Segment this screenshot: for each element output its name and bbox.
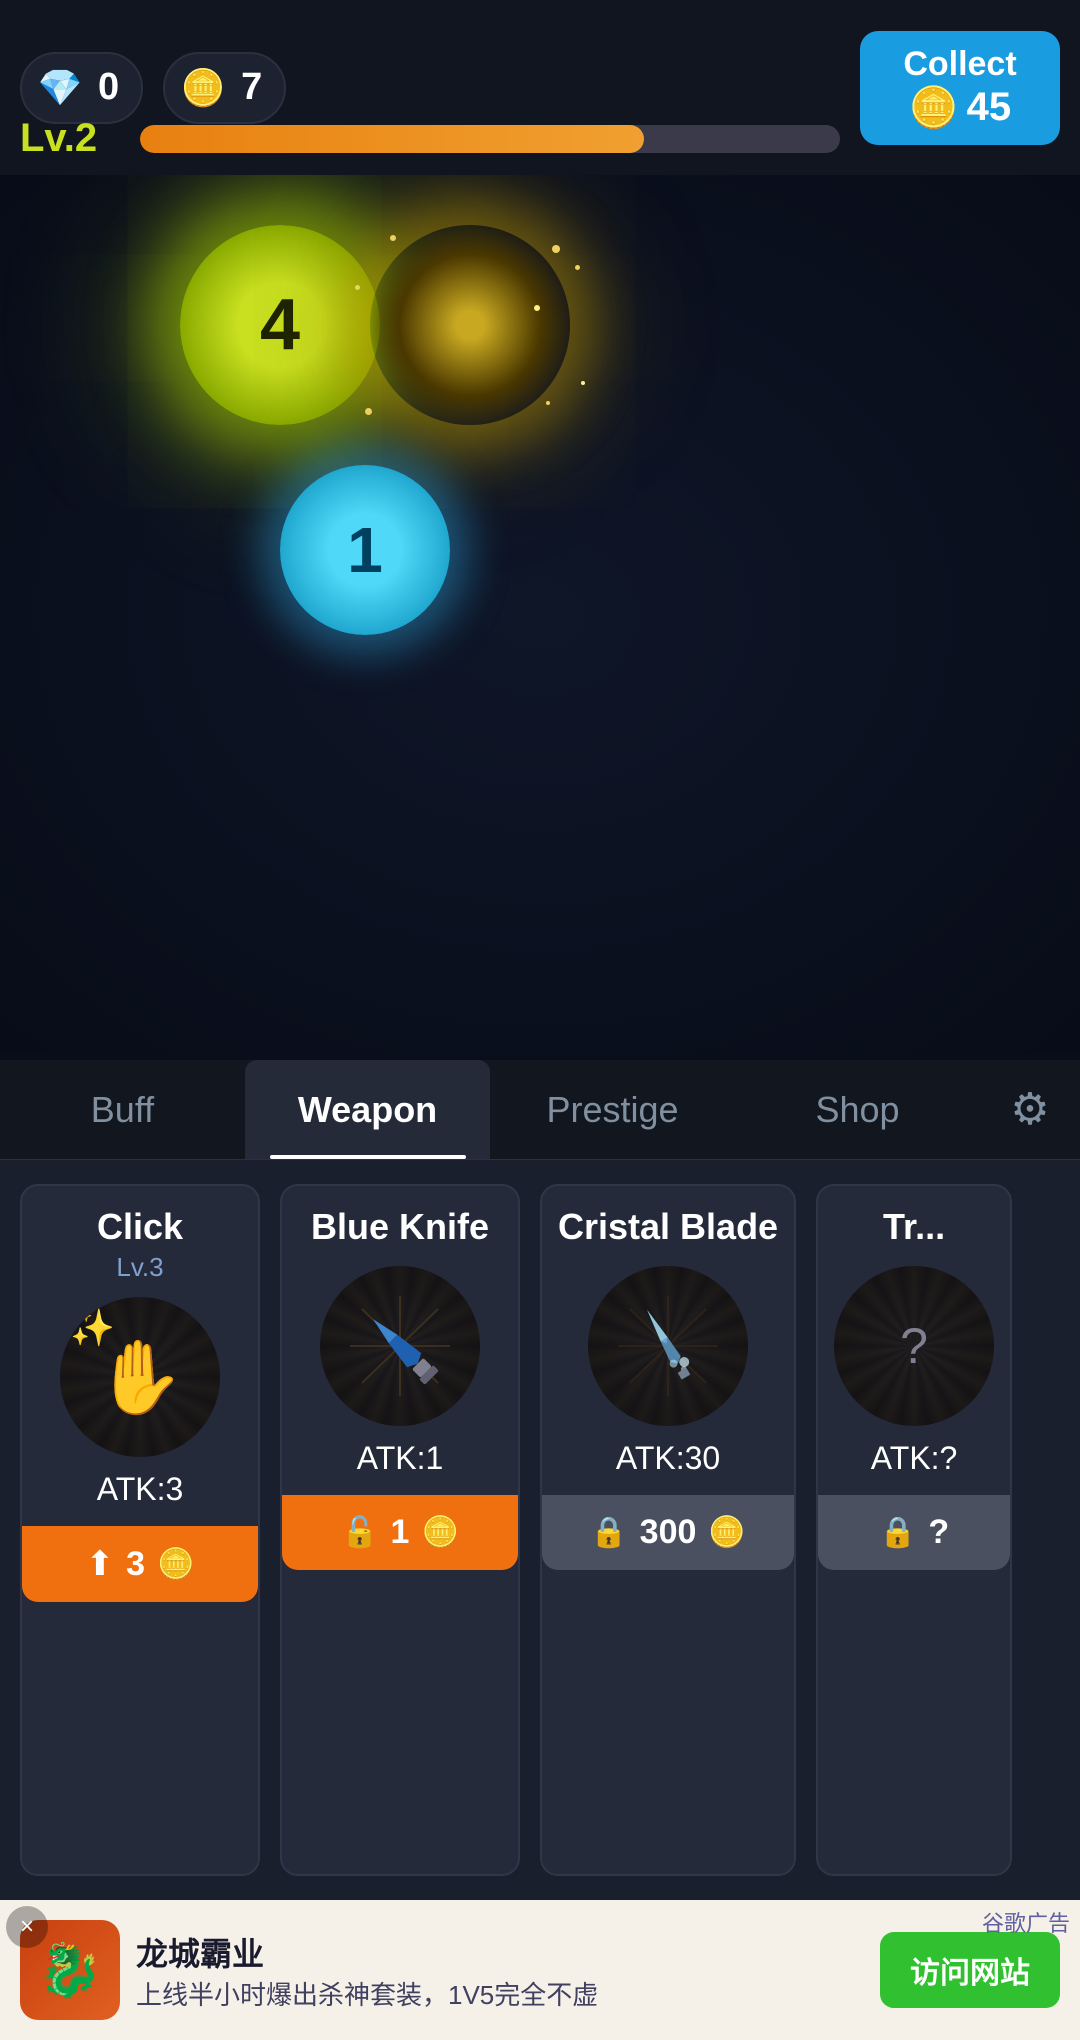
unlock-cost-blue-knife: 1	[391, 1513, 410, 1552]
tr-icon: ?	[900, 1317, 928, 1375]
collect-label: Collect	[903, 45, 1016, 84]
tab-buff[interactable]: Buff	[0, 1060, 245, 1159]
weapons-container: Click Lv.3 ✋ ✨ ATK:3 ⬆ 3 🪙 Blue Knife	[0, 1160, 1080, 1900]
weapon-card-cristal-blade: Cristal Blade	[540, 1184, 796, 1876]
green-orb[interactable]: 4	[180, 225, 380, 425]
level-label: Lv.2	[20, 116, 120, 161]
unlock-icon: 🔓	[341, 1515, 378, 1550]
xp-bar-fill	[140, 125, 644, 153]
ad-title: 龙城霸业	[136, 1929, 864, 1975]
tab-weapon[interactable]: Weapon	[245, 1060, 490, 1159]
coin-badge: 🪙 7	[163, 52, 286, 124]
tab-settings[interactable]: ⚙	[980, 1060, 1080, 1159]
weapon-atk-tr: ATK:?	[871, 1440, 958, 1477]
tab-buff-label: Buff	[91, 1089, 154, 1131]
lock-icon-tr: 🔒	[879, 1515, 916, 1550]
locked-btn-cristal-blade[interactable]: 🔒 300 🪙	[542, 1495, 794, 1570]
diamond-icon: 💎	[34, 62, 86, 114]
diamond-amount: 0	[98, 66, 119, 109]
locked-cost-cristal-blade: 300	[640, 1513, 697, 1552]
unlock-coin-icon: 🪙	[421, 1515, 458, 1550]
weapon-card-click: Click Lv.3 ✋ ✨ ATK:3 ⬆ 3 🪙	[20, 1184, 260, 1876]
weapon-atk-cristal-blade: ATK:30	[616, 1440, 720, 1477]
weapon-icon-cristal-blade	[588, 1266, 748, 1426]
collect-coin-icon: 🪙	[909, 84, 959, 131]
weapon-icon-click: ✋ ✨	[60, 1297, 220, 1457]
upgrade-cost-click: 3	[126, 1545, 145, 1584]
coin-amount: 7	[241, 66, 262, 109]
ad-icon-emoji: 🐉	[38, 1940, 103, 2001]
blue-orb-number: 1	[347, 513, 383, 587]
game-area[interactable]: 4 1	[0, 175, 1080, 1055]
collect-button[interactable]: Collect 🪙 45	[860, 31, 1060, 145]
tab-prestige-label: Prestige	[546, 1089, 678, 1131]
lock-icon: 🔒	[590, 1515, 627, 1550]
weapon-name-tr: Tr...	[883, 1206, 945, 1248]
coin-icon: 🪙	[177, 62, 229, 114]
tabs: Buff Weapon Prestige Shop ⚙	[0, 1060, 1080, 1160]
star-icon: ✨	[70, 1307, 115, 1349]
weapon-card-blue-knife: Blue Knife	[280, 1184, 520, 1876]
blue-knife-svg	[345, 1291, 455, 1401]
weapon-atk-click: ATK:3	[97, 1471, 184, 1508]
weapon-name-click: Click	[97, 1206, 183, 1248]
diamond-badge: 💎 0	[20, 52, 143, 124]
ad-visit-button[interactable]: 访问网站	[880, 1932, 1060, 2008]
currency-row: 💎 0 🪙 7	[20, 52, 860, 124]
collect-number: 45	[967, 85, 1012, 130]
locked-coin-icon: 🪙	[708, 1515, 745, 1550]
unlock-btn-blue-knife[interactable]: 🔓 1 🪙	[282, 1495, 518, 1570]
top-bar: 💎 0 🪙 7 Collect 🪙 45 Lv.2	[0, 0, 1080, 175]
locked-cost-tr: ?	[928, 1513, 949, 1552]
weapon-card-tr: Tr... ? ATK:? 🔒 ?	[816, 1184, 1012, 1876]
upgrade-arrow-icon: ⬆	[86, 1544, 115, 1584]
cristal-blade-svg	[613, 1291, 723, 1401]
ad-subtitle: 上线半小时爆出杀神套装，1V5完全不虚	[136, 1975, 864, 2012]
tab-shop-label: Shop	[815, 1089, 899, 1131]
upgrade-coin-icon: 🪙	[157, 1547, 194, 1582]
level-bar-row: Lv.2	[20, 116, 840, 161]
green-orb-number: 4	[260, 284, 300, 366]
tab-shop[interactable]: Shop	[735, 1060, 980, 1159]
weapon-name-blue-knife: Blue Knife	[311, 1206, 489, 1248]
weapon-icon-blue-knife	[320, 1266, 480, 1426]
gear-icon: ⚙	[1010, 1084, 1049, 1135]
ad-label: 谷歌广告	[982, 1906, 1070, 1938]
ad-close-button[interactable]: ×	[6, 1906, 48, 1948]
ad-text: 龙城霸业 上线半小时爆出杀神套装，1V5完全不虚	[136, 1929, 864, 2012]
close-icon: ×	[20, 1913, 34, 1941]
blue-orb[interactable]: 1	[280, 465, 450, 635]
weapon-level-click: Lv.3	[116, 1252, 163, 1283]
weapon-icon-tr: ?	[834, 1266, 994, 1426]
locked-btn-tr[interactable]: 🔒 ?	[818, 1495, 1010, 1570]
bottom-panel: Buff Weapon Prestige Shop ⚙ Click Lv.3 ✋…	[0, 1060, 1080, 1900]
explosion-orb[interactable]	[370, 225, 570, 425]
tab-prestige[interactable]: Prestige	[490, 1060, 735, 1159]
upgrade-btn-click[interactable]: ⬆ 3 🪙	[22, 1526, 258, 1602]
weapon-atk-blue-knife: ATK:1	[357, 1440, 444, 1477]
xp-bar	[140, 125, 840, 153]
collect-amount: 🪙 45	[909, 84, 1011, 131]
weapon-name-cristal-blade: Cristal Blade	[558, 1206, 778, 1248]
tab-weapon-label: Weapon	[298, 1089, 437, 1131]
ad-banner: × 谷歌广告 🐉 龙城霸业 上线半小时爆出杀神套装，1V5完全不虚 访问网站	[0, 1900, 1080, 2040]
